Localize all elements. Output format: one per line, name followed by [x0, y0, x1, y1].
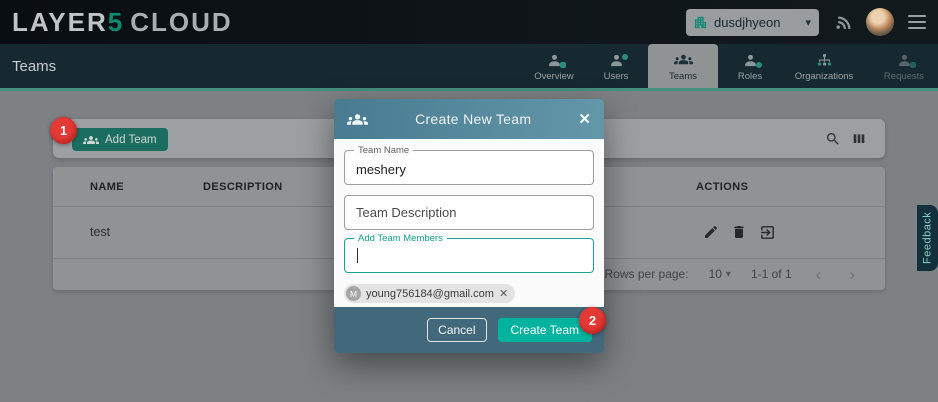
org-tree-icon — [816, 51, 833, 69]
person-dot-icon — [608, 51, 625, 69]
tab-label: Teams — [669, 71, 697, 82]
header-controls: dusdjhyeon ▾ — [686, 0, 938, 44]
pagination-range: 1-1 of 1 — [751, 267, 792, 281]
toolbar-icons — [825, 119, 867, 158]
person-check-icon — [896, 51, 913, 69]
tab-requests[interactable]: Requests — [872, 44, 936, 88]
tab-teams[interactable]: Teams — [648, 44, 718, 88]
create-team-button[interactable]: Create Team — [498, 318, 592, 342]
view-columns-icon[interactable] — [851, 131, 867, 147]
modal-title: Create New Team — [368, 111, 578, 127]
groups-icon — [674, 51, 693, 69]
tab-roles[interactable]: Roles — [724, 44, 776, 88]
layer5-cloud-logo: LAYER5CLOUD — [12, 7, 233, 38]
person-lock-icon — [546, 51, 563, 69]
leave-team-icon[interactable] — [759, 224, 776, 241]
logo-layer: LAYER — [12, 7, 108, 37]
add-team-label: Add Team — [105, 134, 157, 146]
previous-page-button[interactable]: ‹ — [812, 266, 826, 283]
tab-label: Organizations — [795, 71, 854, 82]
chevron-down-icon: ▾ — [805, 16, 811, 29]
modal-body: Team Name Add Team Members M young756184… — [334, 139, 604, 307]
team-description-field — [344, 195, 594, 230]
add-team-members-field: Add Team Members — [344, 238, 594, 273]
user-avatar[interactable] — [866, 8, 894, 36]
row-actions — [703, 206, 776, 258]
person-key-icon — [742, 51, 759, 69]
search-icon[interactable] — [825, 131, 841, 147]
chip-email: young756184@gmail.com — [366, 288, 494, 300]
rows-per-page-value: 10 — [709, 267, 722, 281]
add-team-members-input[interactable] — [345, 239, 593, 272]
team-name-input[interactable] — [345, 151, 593, 184]
create-team-modal: Create New Team ✕ Team Name Add Team Mem… — [334, 99, 604, 353]
tab-label: Users — [604, 71, 629, 82]
next-page-button[interactable]: › — [845, 266, 859, 283]
tab-label: Overview — [534, 71, 574, 82]
rss-feed-icon[interactable] — [835, 13, 854, 32]
add-team-button[interactable]: Add Team — [72, 128, 168, 151]
nav-tabs: Overview Users Teams Role — [524, 44, 936, 88]
column-header-actions: ACTIONS — [696, 167, 748, 206]
tab-label: Roles — [738, 71, 762, 82]
building-icon — [693, 15, 708, 30]
groups-icon — [347, 109, 368, 130]
modal-header: Create New Team ✕ — [334, 99, 604, 139]
logo-accent-5: 5 — [108, 7, 124, 37]
tab-users[interactable]: Users — [590, 44, 642, 88]
team-name-cell: test — [90, 206, 110, 258]
page-title: Teams — [12, 44, 56, 88]
edit-icon[interactable] — [703, 224, 719, 240]
chip-remove-icon[interactable]: ✕ — [499, 287, 508, 300]
delete-icon[interactable] — [731, 224, 747, 240]
hamburger-menu-icon[interactable] — [908, 15, 926, 29]
app-screen: LAYER5CLOUD dusdjhyeon ▾ Teams — [0, 0, 938, 402]
team-description-input[interactable] — [345, 196, 593, 229]
text-cursor — [357, 248, 358, 263]
tab-label: Requests — [884, 71, 924, 82]
rows-per-page-select[interactable]: 10 ▾ — [709, 267, 731, 281]
organization-selector[interactable]: dusdjhyeon ▾ — [686, 9, 819, 36]
annotation-step-1: 1 — [50, 117, 77, 144]
rows-per-page-label: Rows per page: — [605, 267, 689, 281]
close-icon[interactable]: ✕ — [578, 110, 591, 128]
member-chip: M young756184@gmail.com ✕ — [344, 284, 515, 303]
team-name-field: Team Name — [344, 150, 594, 185]
chevron-down-icon: ▾ — [726, 269, 731, 280]
annotation-step-2: 2 — [579, 307, 606, 334]
secondary-navbar: Teams Overview Users Teams — [0, 44, 938, 88]
tab-organizations[interactable]: Organizations — [782, 44, 866, 88]
feedback-tab[interactable]: Feedback — [917, 205, 938, 271]
chip-avatar: M — [346, 286, 361, 301]
tab-overview[interactable]: Overview — [524, 44, 584, 88]
cancel-button[interactable]: Cancel — [427, 318, 486, 342]
column-header-name: NAME — [90, 167, 124, 206]
org-selector-value: dusdjhyeon — [714, 15, 781, 30]
top-header: LAYER5CLOUD dusdjhyeon ▾ — [0, 0, 938, 44]
groups-icon — [83, 132, 99, 148]
modal-footer: Cancel Create Team — [334, 307, 604, 353]
accent-divider — [0, 88, 938, 91]
logo-cloud: CLOUD — [130, 7, 232, 37]
column-header-description: DESCRIPTION — [203, 167, 283, 206]
